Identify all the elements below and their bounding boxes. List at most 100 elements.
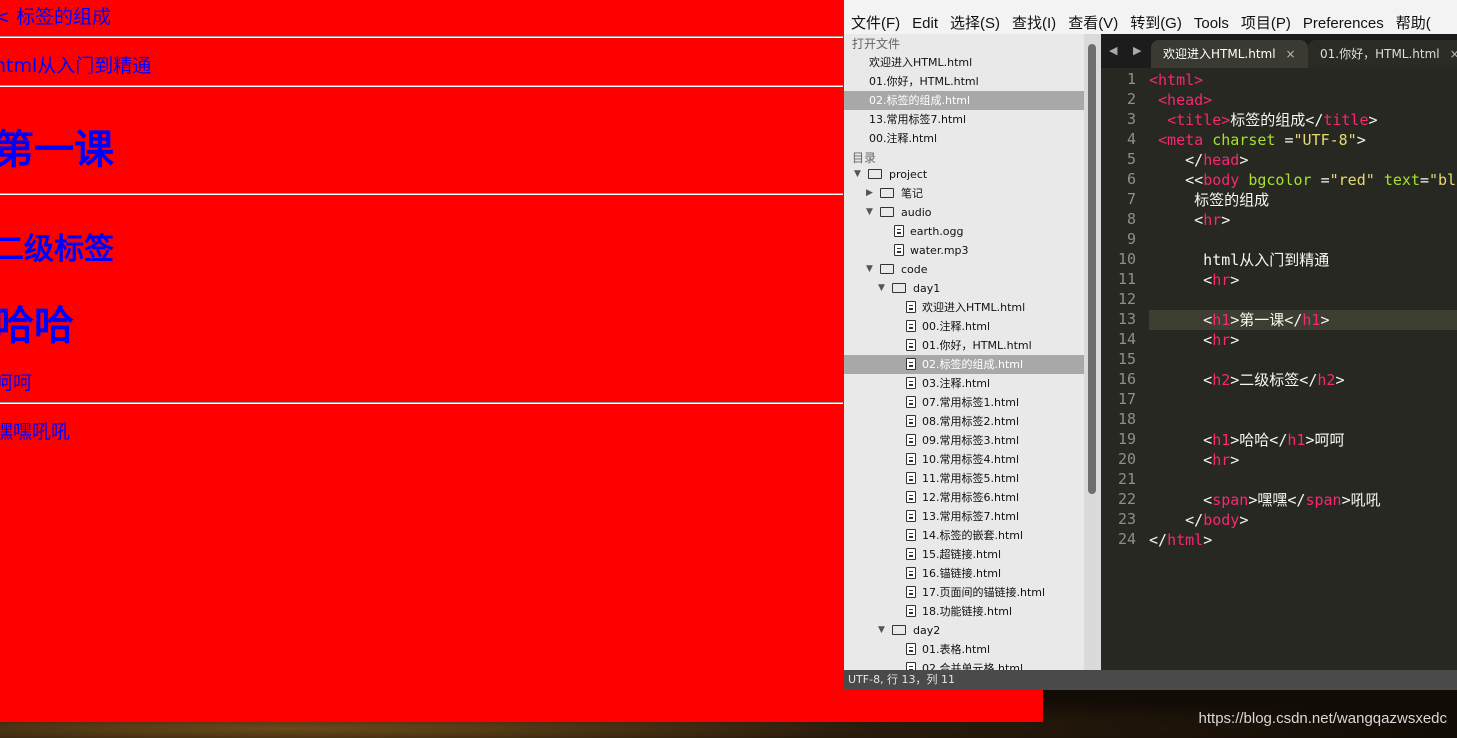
line-number: 15 [1117,350,1136,368]
tree-file-item[interactable]: 18.功能链接.html [844,602,1084,621]
tree-file-item[interactable]: water.mp3 [844,241,1084,260]
code-line[interactable]: <title>标签的组成</title> [1149,110,1377,130]
tree-file-item[interactable]: 02.合并单元格.html [844,659,1084,670]
code-token: </ [1149,531,1168,549]
collapsed-arrow-icon[interactable]: ▶ [866,184,876,203]
expanded-arrow-icon[interactable]: ▼ [878,621,888,640]
menu-item[interactable]: 查找(I) [1005,0,1061,33]
open-file-label: 00.注释.html [869,132,938,145]
tree-file-item[interactable]: 10.常用标签4.html [844,450,1084,469]
horizontal-rule [0,193,843,195]
code-line[interactable]: <hr> [1149,270,1239,290]
open-file-item[interactable]: 01.你好，HTML.html [844,72,1084,91]
tree-folder-item[interactable]: ▼ code [844,260,1084,279]
code-line[interactable]: <head> [1149,90,1212,110]
line-number: 23 [1117,510,1136,528]
code-token: >二级标签</ [1230,371,1318,389]
code-line[interactable]: <hr> [1149,210,1230,230]
code-line[interactable]: </html> [1149,530,1212,550]
tree-file-item[interactable]: 17.页面间的锚链接.html [844,583,1084,602]
code-token: < [1149,331,1213,349]
close-icon[interactable]: × [1286,47,1296,61]
tree-file-item[interactable]: 11.常用标签5.html [844,469,1084,488]
tree-file-item[interactable]: 13.常用标签7.html [844,507,1084,526]
line-number: 21 [1117,470,1136,488]
tree-item-label: 18.功能链接.html [922,605,1013,618]
code-line[interactable]: <h1>哈哈</h1>呵呵 [1149,430,1344,450]
code-line[interactable]: </head> [1149,150,1248,170]
code-token: << [1149,171,1204,189]
open-file-label: 13.常用标签7.html [869,113,967,126]
page-heading-h1: 第一课 [0,127,114,173]
tree-folder-item[interactable]: ▼ audio [844,203,1084,222]
tree-file-item[interactable]: 15.超链接.html [844,545,1084,564]
code-line[interactable]: <hr> [1149,450,1239,470]
code-line[interactable]: <<body bgcolor ="red" text="bl [1149,170,1456,190]
expanded-arrow-icon[interactable]: ▼ [878,279,888,298]
tree-file-item[interactable]: 01.你好，HTML.html [844,336,1084,355]
tree-folder-item[interactable]: ▶ 笔记 [844,184,1084,203]
tab-nav-arrows-icon[interactable]: ◀ ▶ [1109,44,1147,57]
code-line[interactable]: <hr> [1149,330,1239,350]
code-token: hr [1203,211,1222,229]
tree-file-item[interactable]: 08.常用标签2.html [844,412,1084,431]
line-number: 14 [1117,330,1136,348]
expanded-arrow-icon[interactable]: ▼ [854,165,864,184]
watermark-url: https://blog.csdn.net/wangqazwsxedc [1198,710,1447,727]
tree-folder-item[interactable]: ▼ day1 [844,279,1084,298]
close-icon[interactable]: × [1450,47,1457,61]
tab-file[interactable]: 欢迎进入HTML.html × [1151,40,1308,68]
tree-file-item[interactable]: 02.标签的组成.html [844,355,1084,374]
code-line[interactable]: <meta charset ="UTF-8"> [1149,130,1366,150]
open-file-item[interactable]: 13.常用标签7.html [844,110,1084,129]
code-token: <html> [1149,71,1204,89]
tree-file-item[interactable]: 01.表格.html [844,640,1084,659]
tree-folder-item[interactable]: ▼ project [844,165,1084,184]
menu-item[interactable]: 文件(F) [844,0,905,33]
menu-item[interactable]: 选择(S) [943,0,1005,33]
tree-file-item[interactable]: 16.锚链接.html [844,564,1084,583]
open-file-item[interactable]: 02.标签的组成.html [844,91,1084,110]
open-file-item[interactable]: 欢迎进入HTML.html [844,53,1084,72]
tree-file-item[interactable]: 03.注释.html [844,374,1084,393]
code-line[interactable]: <html> [1149,70,1203,90]
code-token: title [1323,111,1369,129]
tree-file-item[interactable]: 09.常用标签3.html [844,431,1084,450]
menu-bar: 文件(F) Edit 选择(S) 查找(I) 查看(V) 转到(G) Tools 项目(P) P… [844,0,1457,34]
tree-item-label: project [889,168,928,181]
menu-item[interactable]: 转到(G) [1123,0,1187,33]
menu-item[interactable]: 帮助( [1389,0,1436,33]
code-area[interactable]: <html> <head> <title>标签的组成</title> <meta… [1149,70,1457,670]
code-line[interactable]: <h2>二级标签</h2> [1149,370,1344,390]
menu-item[interactable]: 项目(P) [1234,0,1296,33]
menu-item[interactable]: Tools [1187,3,1234,32]
line-number: 8 [1126,210,1136,228]
code-line[interactable]: <span>嘿嘿</span>吼吼 [1149,490,1380,510]
code-line[interactable]: <h1>第一课</h1> [1149,310,1329,330]
sidebar-scroll-thumb[interactable] [1088,44,1096,494]
tree-file-item[interactable]: 12.常用标签6.html [844,488,1084,507]
expanded-arrow-icon[interactable]: ▼ [866,203,876,222]
code-line[interactable]: html从入门到精通 [1149,250,1329,270]
line-number: 11 [1117,270,1136,288]
expanded-arrow-icon[interactable]: ▼ [866,260,876,279]
menu-item[interactable]: Preferences [1296,3,1389,32]
code-token: "UTF-8" [1293,131,1357,149]
code-line[interactable]: </body> [1149,510,1248,530]
tab-file[interactable]: 01.你好，HTML.html × [1308,40,1457,68]
code-token: < [1149,211,1204,229]
menu-item[interactable]: 查看(V) [1061,0,1123,33]
open-file-item[interactable]: 00.注释.html [844,129,1084,148]
tree-file-item[interactable]: earth.ogg [844,222,1084,241]
tree-file-item[interactable]: 00.注释.html [844,317,1084,336]
tree-file-item[interactable]: 14.标签的嵌套.html [844,526,1084,545]
open-file-label: 02.标签的组成.html [869,94,971,107]
tree-item-label: 09.常用标签3.html [922,434,1020,447]
tree-file-item[interactable]: 07.常用标签1.html [844,393,1084,412]
menu-item[interactable]: Edit [905,3,943,32]
code-token: > [1230,451,1240,469]
tree-file-item[interactable]: 欢迎进入HTML.html [844,298,1084,317]
tree-folder-item[interactable]: ▼ day2 [844,621,1084,640]
file-icon [906,301,916,313]
code-line[interactable]: 标签的组成 [1149,190,1269,210]
